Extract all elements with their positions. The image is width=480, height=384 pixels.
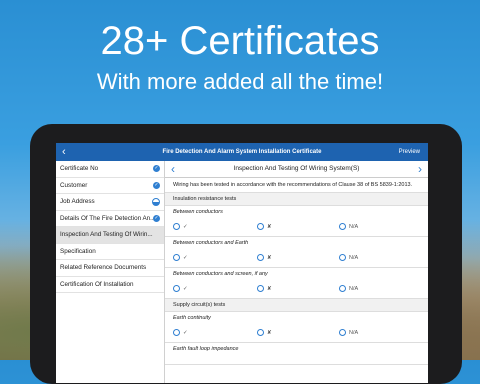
question-label: Earth continuity bbox=[173, 315, 211, 321]
promo-headline: 28+ Certificates With more added all the… bbox=[0, 18, 480, 96]
sidebar-item-label: Related Reference Documents bbox=[60, 264, 147, 271]
sidebar-item-label: Certificate No bbox=[60, 165, 99, 172]
radio-icon bbox=[339, 285, 346, 292]
radio-icon bbox=[173, 329, 180, 336]
sidebar-item-specification[interactable]: Specification bbox=[56, 244, 164, 260]
section-title: Inspection And Testing Of Wiring System(… bbox=[233, 165, 360, 172]
sidebar-item-label: Customer bbox=[60, 181, 88, 189]
question-between-conductors-and-earth: Between conductors and Earth ✓ ✘ N/A bbox=[165, 237, 428, 268]
question-label: Between conductors bbox=[173, 209, 223, 215]
option-fail[interactable]: ✘ bbox=[257, 329, 272, 337]
check-circle-icon: ✓ bbox=[153, 181, 160, 189]
radio-icon bbox=[339, 223, 346, 230]
radio-icon bbox=[339, 329, 346, 336]
radio-icon bbox=[257, 223, 264, 230]
compliance-note: Wiring has been tested in accordance wit… bbox=[165, 178, 428, 193]
answer-options: ✓ ✘ N/A bbox=[173, 223, 420, 232]
preview-button[interactable]: Preview bbox=[399, 143, 420, 161]
option-pass[interactable]: ✓ bbox=[173, 329, 188, 337]
sidebar-item-inspection[interactable]: Inspection And Testing Of Wirin... bbox=[56, 227, 164, 244]
sidebar-item-label: Details Of The Fire Detection An... bbox=[60, 214, 156, 222]
sidebar-item-label: Certification Of Installation bbox=[60, 280, 134, 288]
sidebar-item-details[interactable]: Details Of The Fire Detection An... ✓ bbox=[56, 211, 164, 227]
question-label: Earth fault loop impedance bbox=[173, 346, 239, 352]
app-screen: ‹ Fire Detection And Alarm System Instal… bbox=[56, 143, 428, 383]
answer-options: ✓ ✘ N/A bbox=[173, 285, 420, 294]
radio-icon bbox=[257, 329, 264, 336]
sidebar: Certificate No ✓ Customer ✓ Job Address … bbox=[56, 161, 165, 383]
answer-options: ✓ ✘ N/A bbox=[173, 254, 420, 263]
sidebar-item-certificate-no[interactable]: Certificate No ✓ bbox=[56, 161, 164, 178]
check-circle-icon: ✓ bbox=[153, 165, 160, 172]
section-supply-circuit: Supply circuit(s) tests bbox=[165, 299, 428, 312]
option-fail[interactable]: ✘ bbox=[257, 223, 272, 231]
half-circle-icon bbox=[152, 198, 160, 206]
radio-icon bbox=[257, 254, 264, 261]
chevron-left-icon[interactable]: ‹ bbox=[171, 161, 175, 177]
option-pass[interactable]: ✓ bbox=[173, 285, 188, 293]
option-fail[interactable]: ✘ bbox=[257, 285, 272, 293]
section-insulation-resistance: Insulation resistance tests bbox=[165, 193, 428, 206]
chevron-right-icon[interactable]: › bbox=[418, 161, 422, 177]
sidebar-item-customer[interactable]: Customer ✓ bbox=[56, 178, 164, 194]
sidebar-item-label: Job Address bbox=[60, 198, 95, 205]
question-label: Between conductors and screen, if any bbox=[173, 271, 268, 277]
radio-icon bbox=[257, 285, 264, 292]
sidebar-item-label: Inspection And Testing Of Wirin... bbox=[60, 231, 153, 238]
option-na[interactable]: N/A bbox=[339, 223, 358, 231]
section-header: ‹ Inspection And Testing Of Wiring Syste… bbox=[165, 161, 428, 178]
question-earth-fault-loop: Earth fault loop impedance bbox=[165, 343, 428, 365]
radio-icon bbox=[339, 254, 346, 261]
radio-icon bbox=[173, 223, 180, 230]
question-earth-continuity: Earth continuity ✓ ✘ N/A bbox=[165, 312, 428, 343]
option-na[interactable]: N/A bbox=[339, 254, 358, 262]
sidebar-item-label: Specification bbox=[60, 247, 96, 255]
option-na[interactable]: N/A bbox=[339, 285, 358, 293]
sidebar-item-certification[interactable]: Certification Of Installation bbox=[56, 277, 164, 293]
option-pass[interactable]: ✓ bbox=[173, 223, 188, 231]
promo-subtitle: With more added all the time! bbox=[96, 69, 384, 94]
check-circle-icon: ✓ bbox=[153, 214, 160, 222]
question-between-conductors: Between conductors ✓ ✘ N/A bbox=[165, 206, 428, 237]
window-title: Fire Detection And Alarm System Installa… bbox=[162, 149, 322, 155]
question-label: Between conductors and Earth bbox=[173, 240, 249, 246]
main-panel: ‹ Inspection And Testing Of Wiring Syste… bbox=[165, 161, 428, 383]
option-fail[interactable]: ✘ bbox=[257, 254, 272, 262]
answer-options: ✓ ✘ N/A bbox=[173, 329, 420, 338]
sidebar-item-related-documents[interactable]: Related Reference Documents bbox=[56, 260, 164, 277]
option-pass[interactable]: ✓ bbox=[173, 254, 188, 262]
sidebar-item-job-address[interactable]: Job Address bbox=[56, 194, 164, 211]
top-bar: ‹ Fire Detection And Alarm System Instal… bbox=[56, 143, 428, 161]
promo-title: 28+ Certificates bbox=[100, 19, 380, 63]
radio-icon bbox=[173, 254, 180, 261]
question-between-conductors-and-screen: Between conductors and screen, if any ✓ … bbox=[165, 268, 428, 299]
radio-icon bbox=[173, 285, 180, 292]
option-na[interactable]: N/A bbox=[339, 329, 358, 337]
